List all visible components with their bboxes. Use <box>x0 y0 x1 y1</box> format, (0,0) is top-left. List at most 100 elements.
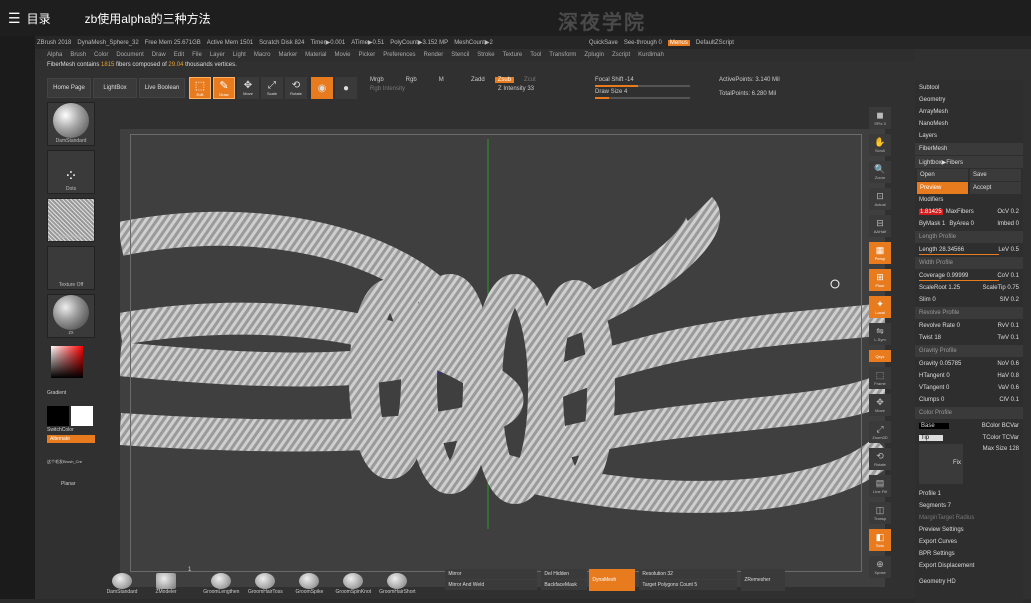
resolution-slider[interactable]: Resolution 32 <box>639 569 738 579</box>
menu-color[interactable]: Color <box>94 52 108 58</box>
open-button[interactable]: Open <box>917 169 968 181</box>
texture-button[interactable]: Texture Off <box>47 246 95 290</box>
preview-button[interactable]: Preview <box>917 182 968 194</box>
menu-render[interactable]: Render <box>424 52 444 58</box>
see-through-slider[interactable]: See-through 0 <box>624 40 662 46</box>
menu-file[interactable]: File <box>192 52 202 58</box>
menu-kurdimah[interactable]: Kurdimah <box>638 52 664 58</box>
save-button[interactable]: Save <box>970 169 1021 181</box>
rotate-button[interactable]: ⟲ Rotate <box>285 77 307 99</box>
menu-movie[interactable]: Movie <box>335 52 351 58</box>
brush-thumb-button[interactable]: ● <box>335 77 357 99</box>
export-displacement-button[interactable]: Export Displacement <box>915 560 1023 572</box>
target-polygons-slider[interactable]: Target Polygons Count 5 <box>639 580 738 590</box>
menu-material[interactable]: Material <box>305 52 326 58</box>
xyz-button[interactable]: Qxyz <box>869 350 891 362</box>
material-sphere-button[interactable]: ◉ <box>311 77 333 99</box>
margin-target-button[interactable]: MarginTarget Radius <box>915 512 1023 524</box>
menu-zplugin[interactable]: Zplugin <box>584 52 604 58</box>
mrgb-button[interactable]: Mrgb <box>370 77 384 83</box>
zmodeler-brush[interactable]: ZModeler <box>144 565 188 595</box>
menu-light[interactable]: Light <box>233 52 246 58</box>
fibermesh-section[interactable]: FiberMesh <box>915 143 1023 155</box>
groomspinknot-brush[interactable]: GroomSpinKnot <box>331 565 375 595</box>
twist-slider[interactable]: Twist 18 TwV 0.1 <box>915 332 1023 344</box>
max-size-slider[interactable]: Max Size 128 <box>983 446 1019 452</box>
menu-zscript[interactable]: Zscript <box>612 52 630 58</box>
htangent-slider[interactable]: HTangent 0 HaV 0.8 <box>915 370 1023 382</box>
menu-marker[interactable]: Marker <box>278 52 297 58</box>
revolve-profile-button[interactable]: Revolve Profile <box>915 307 1023 319</box>
arraymesh-section[interactable]: ArrayMesh <box>915 106 1023 118</box>
layers-section[interactable]: Layers <box>915 130 1023 142</box>
tool-label-1[interactable]: 这个毛发Brush_Cre <box>47 459 97 465</box>
home-page-button[interactable]: Home Page <box>47 78 91 98</box>
spix-button[interactable]: ◼ SPix 3 <box>869 107 891 129</box>
lightbox-fibers-button[interactable]: Lightbox▶Fibers <box>915 156 1023 168</box>
secondary-swatch[interactable] <box>71 406 93 426</box>
local-button[interactable]: ✦ Local <box>869 296 891 318</box>
switchcolor-button[interactable]: SwitchColor <box>47 427 97 433</box>
lightbox-button[interactable]: LightBox <box>93 78 137 98</box>
canvas-viewport[interactable] <box>120 129 885 587</box>
export-curves-button[interactable]: Export Curves <box>915 536 1023 548</box>
zremesher-button[interactable]: ZRemesher <box>741 568 786 591</box>
menu-picker[interactable]: Picker <box>359 52 376 58</box>
scroll-button[interactable]: ✋ Scroll <box>869 134 891 156</box>
nanomesh-section[interactable]: NanoMesh <box>915 118 1023 130</box>
imbed-slider[interactable]: Imbed 0 <box>997 221 1019 227</box>
live-boolean-button[interactable]: Live Boolean <box>139 78 185 98</box>
menu-tool[interactable]: Tool <box>530 52 541 58</box>
menu-alpha[interactable]: Alpha <box>47 52 62 58</box>
base-swatch[interactable]: Base <box>919 423 949 429</box>
length-profile-button[interactable]: Length Profile <box>915 231 1023 243</box>
coverage-slider[interactable]: Coverage 0.99999 CoV 0.1 <box>915 270 1023 282</box>
lsym-button[interactable]: ⇋ L.Sym <box>869 323 891 345</box>
z-intensity-slider[interactable]: Z Intensity 33 <box>471 86 561 92</box>
tool-label-2[interactable]: Planar <box>61 481 97 487</box>
menu-preferences[interactable]: Preferences <box>383 52 415 58</box>
brush-button[interactable]: DamStandard <box>47 102 95 146</box>
subtool-section[interactable]: Subtool <box>915 82 1023 94</box>
gravity-slider[interactable]: Gravity 0.05785 NoV 0.6 <box>915 358 1023 370</box>
actual-button[interactable]: ⊡ Actual <box>869 188 891 210</box>
frame-button[interactable]: ⬚ Frame <box>869 367 891 389</box>
bpr-settings-button[interactable]: BPR Settings <box>915 548 1023 560</box>
toc-button[interactable]: ☰ 目录 <box>8 10 51 27</box>
scaleroot-slider[interactable]: ScaleRoot 1.25 <box>919 285 960 291</box>
menu-layer[interactable]: Layer <box>210 52 225 58</box>
revolve-slider[interactable]: Revolve Rate 0 RvV 0.1 <box>915 320 1023 332</box>
clumps-slider[interactable]: Clumps 0 ClV 0.1 <box>915 394 1023 406</box>
dynamesh-button[interactable]: DynaMesh <box>589 568 636 591</box>
vtangent-slider[interactable]: VTangent 0 VaV 0.6 <box>915 382 1023 394</box>
transp-button[interactable]: ◫ Transp <box>869 502 891 524</box>
menu-edit[interactable]: Edit <box>174 52 184 58</box>
menu-draw[interactable]: Draw <box>152 52 166 58</box>
solo-button[interactable]: ◧ Solo <box>869 529 891 551</box>
material-button[interactable]: zx <box>47 294 95 338</box>
segments-slider[interactable]: Segments 7 <box>915 500 1023 512</box>
rgb-intensity-slider[interactable]: Rgb Intensity <box>370 86 460 92</box>
draw-button[interactable]: ✎ Draw <box>213 77 235 99</box>
groomhairshort-brush[interactable]: GroomHairShort <box>375 565 419 595</box>
menu-document[interactable]: Document <box>116 52 143 58</box>
color-picker[interactable] <box>47 342 95 390</box>
aahalf-button[interactable]: ⊟ AAHalf <box>869 215 891 237</box>
accept-button[interactable]: Accept <box>970 182 1021 194</box>
draw-size-slider[interactable]: Draw Size 4 <box>595 89 690 95</box>
color-profile-button[interactable]: Color Profile <box>915 407 1023 419</box>
del-hidden-button[interactable]: Del Hidden <box>541 569 588 579</box>
gravity-profile-button[interactable]: Gravity Profile <box>915 345 1023 357</box>
focal-shift-slider[interactable]: Focal Shift -14 <box>595 77 690 83</box>
zscript-label[interactable]: DefaultZScript <box>696 40 734 46</box>
m-button[interactable]: M <box>439 77 444 83</box>
alternate-button[interactable]: Alternate <box>47 435 95 443</box>
floor-button[interactable]: ⊞ Floor <box>869 269 891 291</box>
zsub-button[interactable]: Zsub <box>494 77 515 83</box>
menu-transform[interactable]: Transform <box>549 52 576 58</box>
byarea-slider[interactable]: ByArea 0 <box>949 221 974 227</box>
fix-button[interactable]: Fix <box>919 444 963 484</box>
persp-button[interactable]: ▦ Persp <box>869 242 891 264</box>
menu-macro[interactable]: Macro <box>254 52 271 58</box>
geometry-hd-section[interactable]: Geometry HD <box>915 576 1023 588</box>
